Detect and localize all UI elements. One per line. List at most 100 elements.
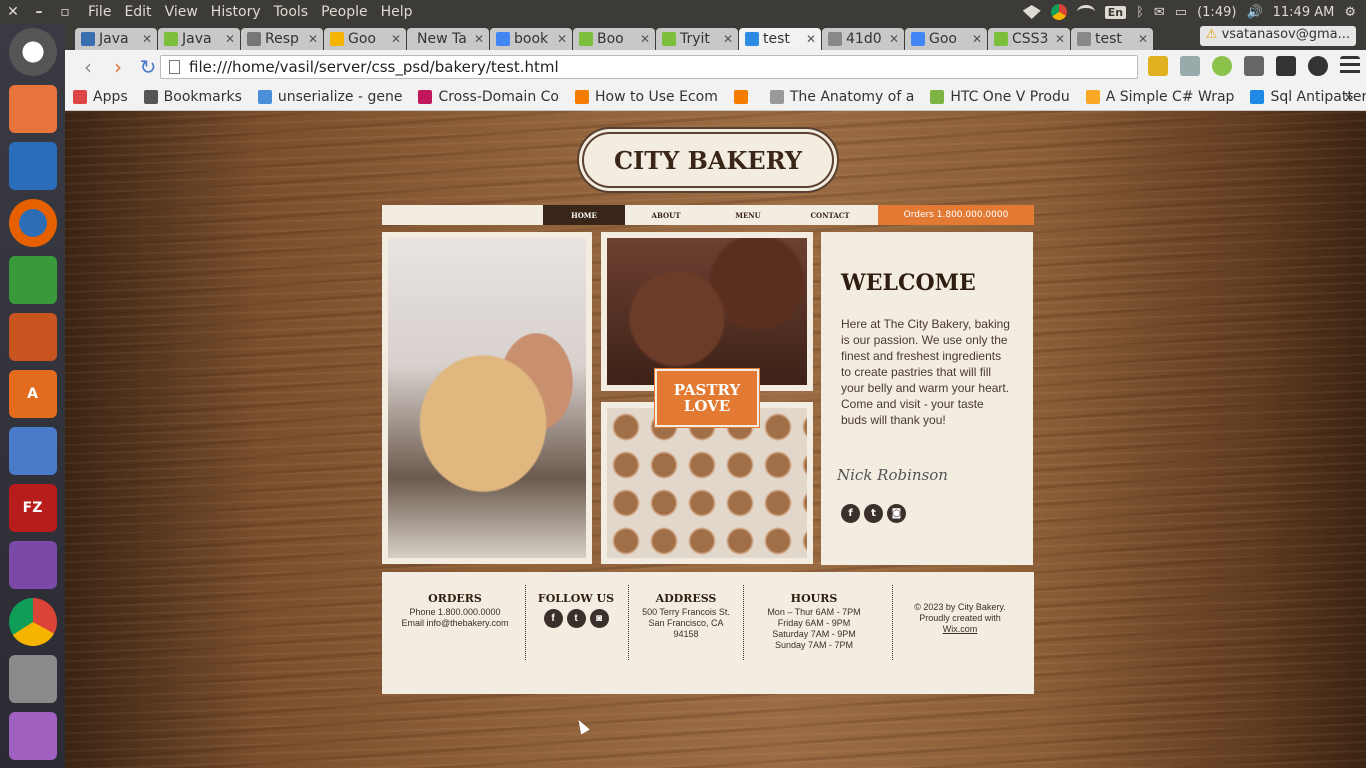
menu-file[interactable]: File	[88, 4, 111, 20]
pastry-love-banner[interactable]: PASTRY LOVE	[655, 369, 759, 427]
profile-button[interactable]: ⚠ vsatanasov@gma...	[1199, 26, 1356, 46]
settings-icon[interactable]: ⚙	[1344, 5, 1356, 20]
tab-6[interactable]: Boo ✕	[573, 28, 655, 50]
tab-close-icon[interactable]: ✕	[723, 32, 733, 46]
tab-5[interactable]: book ✕	[490, 28, 572, 50]
writer-icon[interactable]	[8, 142, 57, 190]
dropbox-icon[interactable]	[1022, 5, 1041, 19]
tab-close-icon[interactable]: ✕	[557, 32, 567, 46]
window-close-button[interactable]: ✕	[0, 4, 26, 20]
bookmark-item[interactable]: Apps	[73, 89, 128, 105]
gear-icon[interactable]	[1308, 56, 1328, 76]
footer-orders: ORDERS Phone 1.800.000.0000 Email info@t…	[390, 592, 520, 629]
tab-close-icon[interactable]: ✕	[806, 32, 816, 46]
bookmark-item[interactable]	[733, 89, 754, 104]
tab-11[interactable]: CSS3 ✕	[988, 28, 1070, 50]
tab-8[interactable]: test ✕	[739, 28, 821, 50]
bookmark-item[interactable]: Cross-Domain Co	[418, 89, 559, 105]
tab-close-icon[interactable]: ✕	[1055, 32, 1065, 46]
bookmarks-overflow-icon[interactable]: »	[1344, 87, 1354, 106]
wifi-icon[interactable]	[1076, 5, 1095, 19]
clock[interactable]: 11:49 AM	[1273, 5, 1335, 20]
tab-7[interactable]: Tryit ✕	[656, 28, 738, 50]
tab-close-icon[interactable]: ✕	[225, 32, 235, 46]
keyboard-layout-indicator[interactable]: En	[1104, 5, 1127, 19]
site-logo[interactable]: CITY BAKERY	[582, 132, 834, 188]
tab-close-icon[interactable]: ✕	[391, 32, 401, 46]
volume-icon[interactable]: 🔊	[1246, 5, 1262, 20]
nav-about[interactable]: ABOUT	[625, 205, 707, 225]
address-bar[interactable]: file:///home/vasil/server/css_psd/bakery…	[160, 55, 1138, 79]
tab-3[interactable]: Goo ✕	[324, 28, 406, 50]
tab-0[interactable]: Java ✕	[75, 28, 157, 50]
tab-close-icon[interactable]: ✕	[972, 32, 982, 46]
footer-email[interactable]: Email info@thebakery.com	[390, 618, 520, 629]
eyedropper-icon[interactable]	[1180, 56, 1200, 76]
tab-4[interactable]: New Ta ✕	[407, 28, 489, 50]
tab-10[interactable]: Goo ✕	[905, 28, 987, 50]
window-maximize-button[interactable]: ▫	[52, 4, 78, 20]
nav-contact[interactable]: CONTACT	[789, 205, 871, 225]
menu-help[interactable]: Help	[381, 4, 413, 20]
hamburger-menu-icon[interactable]	[1340, 56, 1360, 76]
nav-menu[interactable]: MENU	[707, 205, 789, 225]
wix-link[interactable]: Wix.com	[898, 624, 1022, 635]
nav-home[interactable]: HOME	[543, 205, 625, 225]
nav-orders-phone[interactable]: Orders 1.800.000.0000	[878, 205, 1034, 225]
tab-close-icon[interactable]: ✕	[1138, 32, 1148, 46]
tab-12[interactable]: test ✕	[1071, 28, 1153, 50]
firefox-icon[interactable]	[8, 199, 57, 247]
trash-icon[interactable]	[8, 712, 57, 760]
instagram-icon[interactable]: ◙	[887, 504, 906, 523]
bookmark-label: How to Use Ecom	[594, 88, 718, 105]
tab-close-icon[interactable]: ✕	[889, 32, 899, 46]
reload-button[interactable]: ↻	[133, 55, 163, 79]
filezilla-icon[interactable]: FZ	[8, 484, 57, 532]
bookmark-item[interactable]: The Anatomy of a	[769, 89, 914, 105]
disk-icon[interactable]	[8, 655, 57, 703]
menu-people[interactable]: People	[321, 4, 368, 20]
android-icon[interactable]	[1212, 56, 1232, 76]
pidgin-icon[interactable]	[8, 541, 57, 589]
menu-tools[interactable]: Tools	[274, 4, 309, 20]
bookmark-item[interactable]: unserialize - gene	[257, 89, 402, 105]
facebook-icon[interactable]: f	[841, 504, 860, 523]
bookmark-item[interactable]: How to Use Ecom	[574, 88, 718, 105]
bookmark-item[interactable]: A Simple C# Wrap	[1085, 89, 1234, 105]
tab-close-icon[interactable]: ✕	[142, 32, 152, 46]
tab-close-icon[interactable]: ✕	[308, 32, 318, 46]
dash-home-icon[interactable]	[8, 28, 57, 76]
facebook-icon[interactable]: f	[543, 609, 563, 628]
impress-icon[interactable]	[8, 313, 57, 361]
menu-history[interactable]: History	[211, 4, 261, 20]
tab-close-icon[interactable]: ✕	[640, 32, 650, 46]
tab-9[interactable]: 41d0 ✕	[822, 28, 904, 50]
tab-close-icon[interactable]: ✕	[474, 32, 484, 46]
back-button[interactable]: ‹	[73, 55, 103, 79]
terminal-stack-icon[interactable]	[8, 427, 57, 475]
forward-button[interactable]: ›	[103, 55, 133, 79]
mask-icon[interactable]	[1276, 56, 1296, 76]
menu-edit[interactable]: Edit	[124, 4, 151, 20]
bookmark-item[interactable]: HTC One V Produ	[930, 89, 1070, 105]
tab-2[interactable]: Resp ✕	[241, 28, 323, 50]
chrome-launcher-icon[interactable]	[8, 598, 57, 646]
battery-icon[interactable]: ▭	[1175, 5, 1187, 20]
extension-icon[interactable]	[1148, 56, 1168, 76]
software-center-icon[interactable]: A	[8, 370, 57, 418]
files-icon[interactable]	[8, 85, 57, 133]
twitter-icon[interactable]: t	[864, 504, 883, 523]
angular-icon[interactable]	[1244, 56, 1264, 76]
bluetooth-icon[interactable]: ᛒ	[1136, 5, 1144, 20]
window-minimize-button[interactable]: –	[26, 4, 52, 20]
menu-view[interactable]: View	[165, 4, 198, 20]
tab-label: 41d0	[846, 31, 882, 47]
tab-1[interactable]: Java ✕	[158, 28, 240, 50]
bookmark-favicon-icon	[733, 89, 748, 104]
calc-icon[interactable]	[8, 256, 57, 304]
mail-icon[interactable]: ✉	[1154, 5, 1165, 20]
bookmark-item[interactable]: Bookmarks	[143, 89, 242, 105]
instagram-icon[interactable]: ◙	[589, 609, 609, 628]
chrome-icon[interactable]	[1050, 4, 1067, 20]
twitter-icon[interactable]: t	[566, 609, 586, 628]
